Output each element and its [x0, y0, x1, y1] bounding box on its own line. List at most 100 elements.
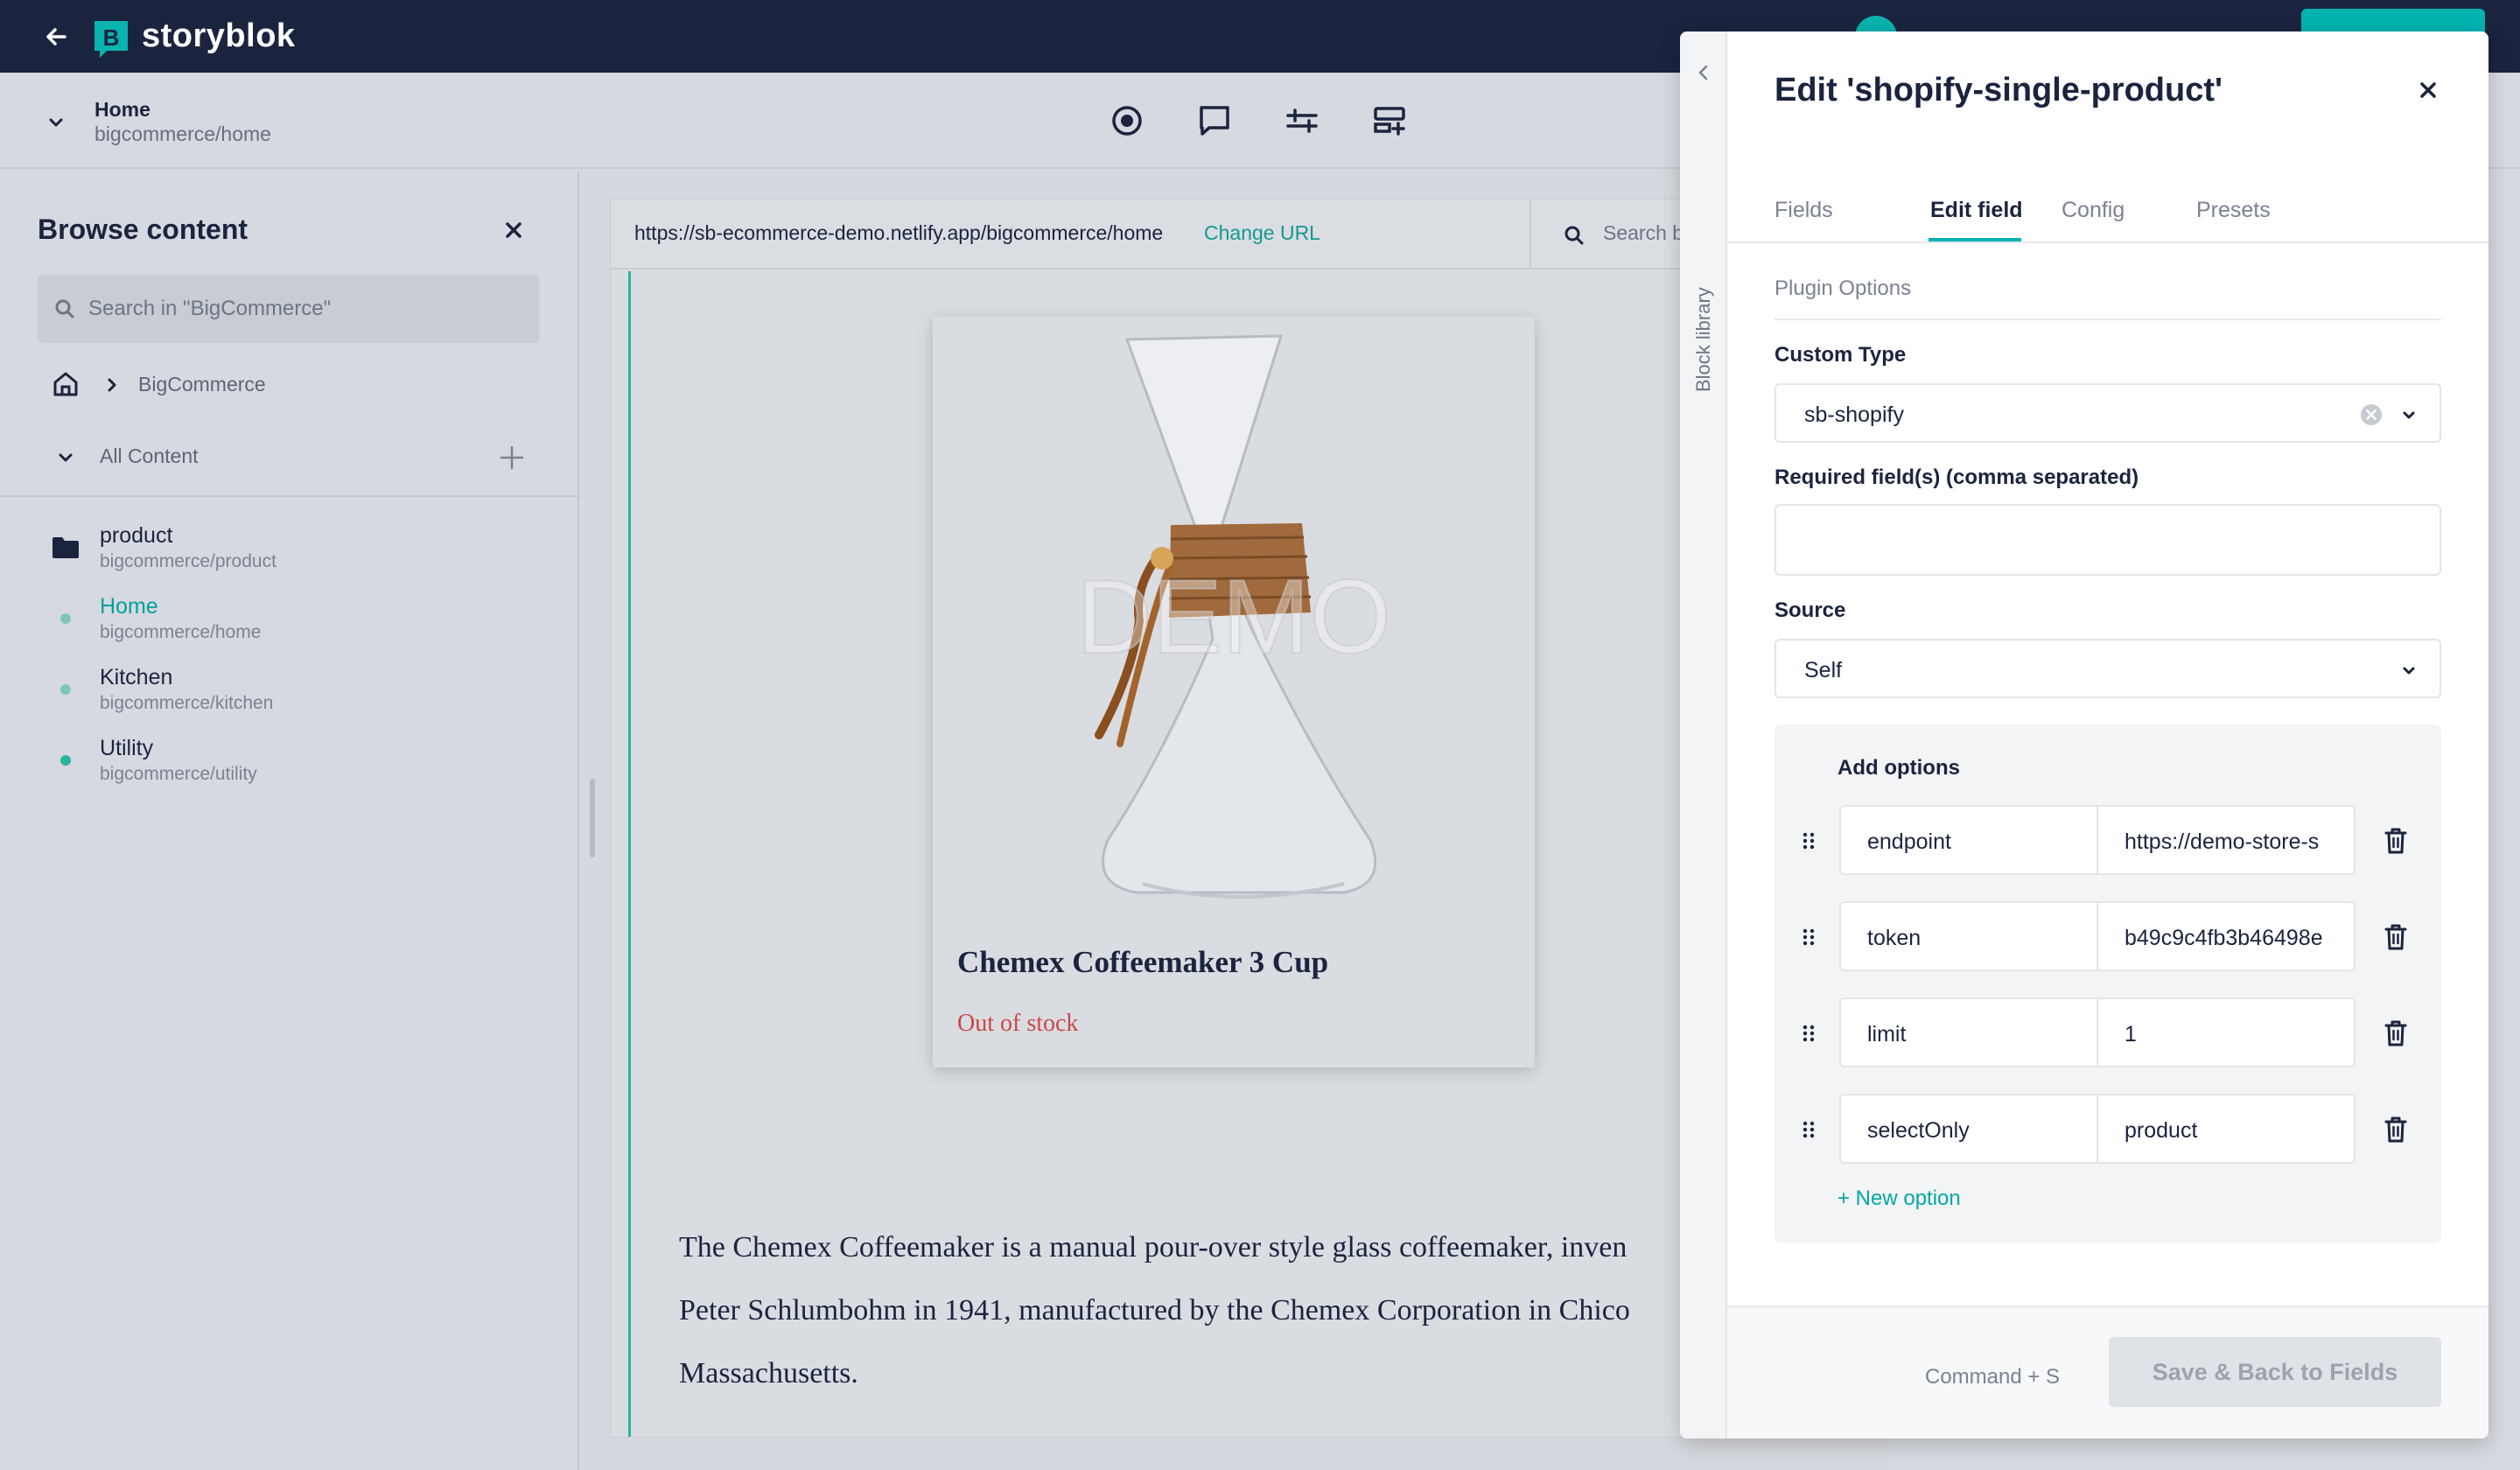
tab-config[interactable]: Config: [2062, 198, 2124, 223]
option-value: b49c9c4fb3b46498e: [2124, 926, 2323, 950]
story-slug: bigcommerce/home: [94, 122, 271, 145]
sidebar-item-label: Utility: [100, 736, 154, 760]
new-option-link[interactable]: + New option: [1838, 1186, 1961, 1211]
option-key: selectOnly: [1867, 1118, 1970, 1143]
sidebar-item-label: Home: [100, 594, 158, 619]
plus-icon[interactable]: [497, 443, 527, 472]
source-select[interactable]: Self: [1774, 639, 2441, 698]
svg-text:DEMO: DEMO: [1076, 558, 1391, 676]
add-block-icon[interactable]: [1370, 102, 1409, 140]
option-key-input[interactable]: selectOnly: [1839, 1094, 2098, 1164]
sidebar-item-product[interactable]: product bigcommerce/product: [0, 523, 578, 593]
active-tab-indicator: [1928, 238, 2021, 242]
divider: [1774, 318, 2441, 320]
breadcrumb[interactable]: BigCommerce: [138, 373, 266, 396]
svg-text:B: B: [103, 24, 120, 51]
description-line: Massachusetts.: [679, 1357, 858, 1390]
option-value-input[interactable]: b49c9c4fb3b46498e: [2096, 901, 2356, 971]
selection-outline: [628, 271, 631, 1437]
sidebar-item-slug: bigcommerce/kitchen: [100, 693, 274, 713]
description-line: The Chemex Coffeemaker is a manual pour-…: [679, 1231, 1628, 1264]
option-row: token b49c9c4fb3b46498e: [1774, 901, 2441, 971]
option-row: limit 1: [1774, 998, 2441, 1068]
sidebar-item-home[interactable]: Home bigcommerce/home: [0, 594, 578, 664]
drag-handle-icon[interactable]: [1801, 831, 1816, 850]
option-row: selectOnly product: [1774, 1094, 2441, 1164]
required-fields-input[interactable]: [1794, 514, 2424, 556]
drag-handle-icon[interactable]: [1801, 1024, 1816, 1043]
panel-title: Edit 'shopify-single-product': [1774, 72, 2223, 108]
edit-block-panel: Block library Edit 'shopify-single-produ…: [1680, 32, 2488, 1438]
tab-presets[interactable]: Presets: [2196, 198, 2271, 223]
status-dot: [60, 755, 71, 766]
option-key-input[interactable]: endpoint: [1839, 805, 2098, 875]
trash-icon[interactable]: [2382, 1115, 2410, 1144]
close-icon[interactable]: [500, 217, 527, 243]
sidebar-resize-handle[interactable]: [590, 779, 595, 858]
option-row: endpoint https://demo-store-s: [1774, 805, 2441, 875]
trash-icon[interactable]: [2382, 826, 2410, 856]
chevron-down-icon: [2403, 667, 2415, 675]
option-value: https://demo-store-s: [2124, 830, 2320, 854]
app-name: storyblok: [142, 18, 296, 54]
source-value: Self: [1804, 658, 1843, 682]
sidebar-item-slug: bigcommerce/utility: [100, 764, 257, 784]
back-arrow-icon[interactable]: [38, 19, 74, 54]
sidebar-search-input[interactable]: [88, 292, 526, 326]
divider: [1530, 201, 1531, 270]
option-value-input[interactable]: https://demo-store-s: [2096, 805, 2356, 875]
custom-type-value: sb-shopify: [1804, 402, 1904, 427]
block-library-rail[interactable]: Block library: [1680, 32, 1727, 1438]
record-icon[interactable]: [1108, 102, 1146, 140]
chevron-down-icon[interactable]: [44, 110, 68, 135]
sidebar: [0, 171, 579, 1470]
custom-type-label: Custom Type: [1774, 343, 1907, 367]
product-title[interactable]: Chemex Coffeemaker 3 Cup: [957, 945, 1328, 980]
comment-icon[interactable]: [1195, 102, 1234, 140]
search-icon: [55, 299, 74, 318]
option-key-input[interactable]: token: [1839, 901, 2098, 971]
sidebar-item-kitchen[interactable]: Kitchen bigcommerce/kitchen: [0, 665, 578, 735]
trash-icon[interactable]: [2382, 922, 2410, 952]
settings-sliders-icon[interactable]: [1283, 102, 1321, 140]
option-value: 1: [2124, 1022, 2137, 1046]
keyboard-shortcut-hint: Command + S: [1925, 1365, 2061, 1389]
block-library-label: Block library: [1692, 217, 1715, 392]
option-key-input[interactable]: limit: [1839, 998, 2098, 1068]
product-description[interactable]: The Chemex Coffeemaker is a manual pour-…: [679, 1216, 1685, 1405]
status-dot: [60, 684, 71, 695]
option-value-input[interactable]: product: [2096, 1094, 2356, 1164]
option-value-input[interactable]: 1: [2096, 998, 2356, 1068]
panel-footer: Command + S Save & Back to Fields: [1727, 1306, 2488, 1438]
stock-status: Out of stock: [957, 1010, 1079, 1037]
status-dot: [60, 613, 71, 624]
required-fields-label: Required field(s) (comma separated): [1774, 466, 2139, 489]
drag-handle-icon[interactable]: [1801, 1120, 1816, 1139]
rail-label-text: Block library: [1692, 287, 1714, 392]
tab-edit-field[interactable]: Edit field: [1930, 198, 2023, 223]
option-key: limit: [1867, 1022, 1907, 1046]
save-back-button[interactable]: Save & Back to Fields: [2109, 1337, 2441, 1407]
description-line: Peter Schlumbohm in 1941, manufactured b…: [679, 1294, 1630, 1326]
story-title: Home: [94, 98, 150, 121]
change-url-link[interactable]: Change URL: [1204, 221, 1320, 245]
sidebar-search: [38, 275, 539, 343]
chevron-down-icon[interactable]: [54, 446, 77, 469]
clear-icon[interactable]: [2359, 402, 2384, 427]
sidebar-item-utility[interactable]: Utility bigcommerce/utility: [0, 736, 578, 806]
tab-fields[interactable]: Fields: [1774, 198, 1833, 223]
close-icon[interactable]: [2415, 77, 2441, 103]
custom-type-select[interactable]: sb-shopify: [1774, 383, 2441, 443]
home-icon[interactable]: [51, 369, 80, 399]
chevron-left-icon[interactable]: [1694, 63, 1713, 82]
option-value: product: [2124, 1118, 2198, 1143]
drag-handle-icon[interactable]: [1801, 928, 1816, 947]
options-title: Add options: [1838, 756, 1960, 780]
panel-tabs: Fields Edit field Config Presets: [1727, 163, 2488, 243]
sidebar-item-label: product: [100, 523, 173, 548]
option-key: endpoint: [1867, 830, 1951, 854]
trash-icon[interactable]: [2382, 1018, 2410, 1048]
preview-search-input[interactable]: Search b: [1603, 221, 1684, 245]
sidebar-item-slug: bigcommerce/home: [100, 622, 262, 642]
all-content-label[interactable]: All Content: [100, 444, 199, 468]
